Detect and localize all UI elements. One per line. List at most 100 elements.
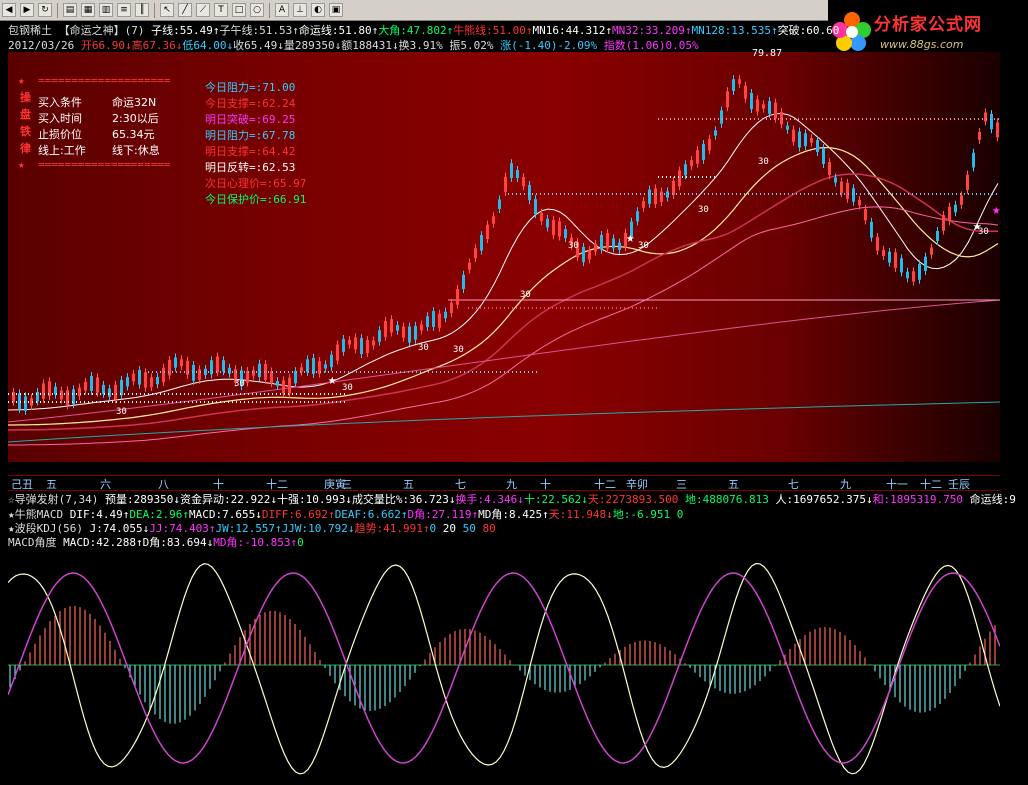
candle-body xyxy=(384,320,387,337)
pink-star-icon: ★ xyxy=(992,202,1000,218)
level-row: 明日反转=:62.53 xyxy=(205,161,296,174)
candle-body xyxy=(306,359,309,373)
peak-price-label: 79.87 xyxy=(752,48,783,59)
candle-body xyxy=(606,233,609,249)
candle-body xyxy=(108,388,111,397)
candle-body xyxy=(846,182,849,199)
candle-body xyxy=(498,199,501,209)
kdj-field: 0 xyxy=(429,522,443,535)
quote-field: MN128:13.535↑ xyxy=(691,24,778,37)
quote-field: 包钢稀土 【命运之神】(7) xyxy=(8,24,152,37)
missile-field: 天:2273893.500 xyxy=(587,493,685,506)
refresh-icon[interactable]: ↻ xyxy=(38,3,52,17)
rule-label: 止损价位 xyxy=(38,128,82,141)
candle-body xyxy=(636,211,639,222)
candle-body xyxy=(714,130,717,136)
candle-body xyxy=(96,377,99,393)
price-field: 2012/03/26 xyxy=(8,39,81,52)
price-field: 额188431↓ xyxy=(341,39,399,52)
rule-label: 线上:工作 xyxy=(38,144,86,157)
candle-body xyxy=(282,380,285,394)
text-icon[interactable]: T xyxy=(214,3,228,17)
candle-body xyxy=(372,340,375,346)
candle-body xyxy=(552,220,555,236)
rule-label: 买入时间 xyxy=(38,112,82,125)
palette-icon[interactable]: ◐ xyxy=(311,3,325,17)
save-icon[interactable]: ▣ xyxy=(329,3,343,17)
quote-field: MN16:44.312↑ xyxy=(532,24,613,37)
candle-body xyxy=(936,230,939,241)
candle-body xyxy=(864,209,867,221)
candle-body xyxy=(924,256,927,271)
candle-body xyxy=(690,160,693,167)
axis-tick: 七 xyxy=(455,478,466,491)
axis-tick: 壬辰 xyxy=(948,478,970,491)
candle-body xyxy=(270,371,273,384)
candle-body xyxy=(84,381,87,391)
back-icon[interactable]: ◀ xyxy=(2,3,16,17)
logo-title: 分析家公式网 xyxy=(874,15,982,35)
logo-url: www.88gs.com xyxy=(880,38,964,51)
candle-body xyxy=(582,246,585,263)
candle-body xyxy=(870,221,873,238)
kdj-field: 50 xyxy=(462,522,483,535)
kdj-field: 20 xyxy=(442,522,463,535)
candle-body xyxy=(258,363,261,378)
candle-body xyxy=(432,311,435,327)
line-icon[interactable]: ╱ xyxy=(178,3,192,17)
chart-icon[interactable]: ▤ xyxy=(63,3,77,17)
rect-icon[interactable]: □ xyxy=(232,3,246,17)
fan-icon[interactable]: ⟋ xyxy=(196,3,210,17)
candle-body xyxy=(696,150,699,164)
table-icon[interactable]: ▥ xyxy=(99,3,113,17)
kdj-field: 趋势:41.991↑ xyxy=(354,522,430,535)
macd-angle-chart[interactable] xyxy=(8,548,1000,785)
cursor-icon[interactable]: ↖ xyxy=(160,3,174,17)
candle-body xyxy=(348,339,351,345)
level-row: 明日突破=:69.25 xyxy=(205,113,296,126)
candle-body xyxy=(822,148,825,165)
candle-body xyxy=(732,79,735,92)
candle-body xyxy=(480,235,483,251)
candle-body xyxy=(708,138,711,151)
ma-line-pink xyxy=(8,206,999,446)
missile-field: 成交量比%:36.723↓ xyxy=(351,493,456,506)
rule-row: 止损价位 65.34元 xyxy=(38,127,198,143)
level-row: 明日阻力=:67.78 xyxy=(205,129,296,142)
candle-body xyxy=(426,316,429,328)
missile-field: 十强:10.993↓ xyxy=(276,493,352,506)
candle-body xyxy=(654,188,657,205)
candle-body xyxy=(612,238,615,249)
candle-body xyxy=(456,289,459,305)
forward-icon[interactable]: ▶ xyxy=(20,3,34,17)
grid-icon[interactable]: ▦ xyxy=(81,3,95,17)
md-angle-line xyxy=(8,572,1000,764)
candle-body xyxy=(378,330,381,342)
marker-label: 30 xyxy=(234,379,245,389)
ruler-icon[interactable]: ⊥ xyxy=(293,3,307,17)
circle-icon[interactable]: ○ xyxy=(250,3,264,17)
axis-tick: 六 xyxy=(100,478,111,491)
candle-body xyxy=(888,251,891,263)
candle-body xyxy=(414,325,417,340)
candle-body xyxy=(516,170,519,179)
marker-label: 30 xyxy=(698,205,709,215)
list-icon[interactable]: ≡ xyxy=(117,3,131,17)
level-row: 今日阻力=:71.00 xyxy=(205,81,296,94)
candle-body xyxy=(744,85,747,99)
price-field: 收65.49↓ xyxy=(233,39,284,52)
main-price-chart[interactable]: ★ ★ ★ ★ 30 30 30 30 30 30 30 30 30 30 30 ★ ===========… xyxy=(8,48,1000,462)
bars-icon[interactable]: ║ xyxy=(135,3,149,17)
candle-body xyxy=(324,364,327,369)
candle-body xyxy=(948,206,951,222)
candle-body xyxy=(90,375,93,391)
candle-body xyxy=(288,377,291,394)
quote-field: 大角:47.802↑ xyxy=(378,24,454,37)
candle-body xyxy=(486,224,489,240)
font-icon[interactable]: A xyxy=(275,3,289,17)
candle-body xyxy=(450,302,453,314)
missile-field: ☆导弹发射(7,34) xyxy=(8,493,105,506)
ma-line-red xyxy=(8,173,998,431)
candle-body xyxy=(396,325,399,331)
toolbar-separator xyxy=(57,2,58,18)
